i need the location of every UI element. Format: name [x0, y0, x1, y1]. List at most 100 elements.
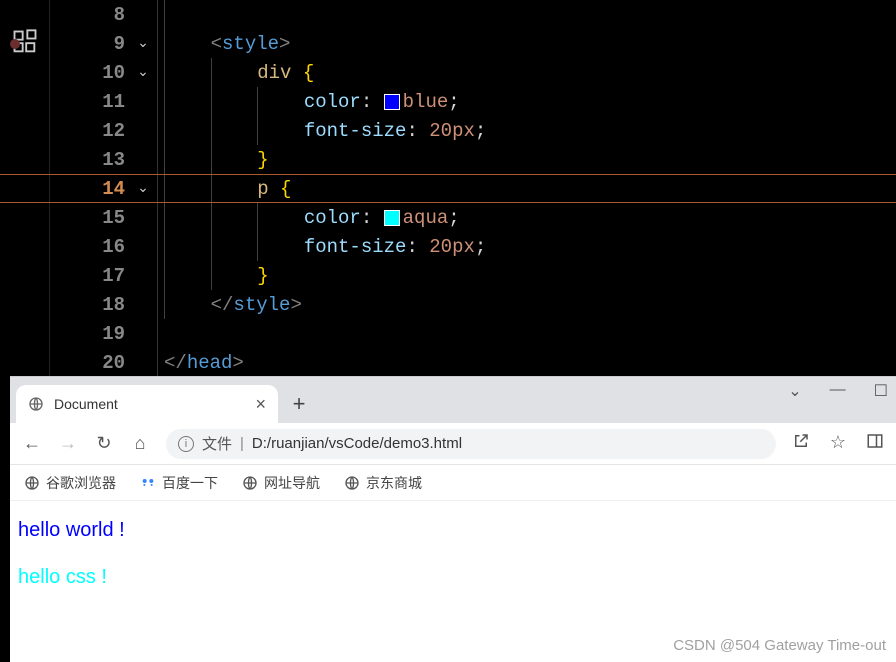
- forward-icon[interactable]: →: [58, 433, 78, 454]
- expand-icon[interactable]: ⌄: [788, 381, 801, 401]
- star-icon[interactable]: ☆: [830, 432, 846, 455]
- code-line[interactable]: <style>: [158, 29, 896, 58]
- code-line[interactable]: div {: [158, 58, 896, 87]
- bookmark-item[interactable]: 京东商城: [344, 473, 422, 493]
- token-punct: <: [211, 33, 222, 55]
- indent-guide: [211, 174, 258, 203]
- token-semi: ;: [475, 120, 486, 142]
- code-line[interactable]: </style>: [158, 290, 896, 319]
- token-brace: {: [303, 62, 314, 84]
- watermark: CSDN @504 Gateway Time-out: [673, 637, 886, 654]
- fold-chevron-icon[interactable]: ⌄: [135, 180, 151, 197]
- indent-guide: [164, 145, 211, 174]
- code-line[interactable]: font-size: 20px;: [158, 232, 896, 261]
- site-info-icon[interactable]: i: [178, 436, 194, 452]
- fold-chevron-icon[interactable]: ⌄: [135, 64, 151, 81]
- bookmark-icon: [140, 475, 156, 491]
- code-line[interactable]: color: blue;: [158, 87, 896, 116]
- code-line[interactable]: }: [158, 145, 896, 174]
- code-line[interactable]: color: aqua;: [158, 203, 896, 232]
- breakpoint-icon[interactable]: [10, 39, 20, 49]
- maximize-icon[interactable]: ☐: [874, 381, 888, 401]
- token-semi: ;: [475, 236, 486, 258]
- browser-tab[interactable]: Document ×: [16, 385, 278, 423]
- token-val: 20px: [429, 236, 475, 258]
- code-line[interactable]: font-size: 20px;: [158, 116, 896, 145]
- code-line[interactable]: p {: [158, 174, 896, 203]
- token-tag: head: [187, 352, 233, 374]
- line-number: 15: [91, 207, 125, 229]
- close-icon[interactable]: ×: [255, 394, 266, 415]
- indent-guide: [211, 232, 258, 261]
- line-number: 18: [91, 294, 125, 316]
- token-punct: </: [211, 294, 234, 316]
- line-number: 20: [91, 352, 125, 374]
- token-punct: </: [164, 352, 187, 374]
- indent-guide: [164, 87, 211, 116]
- indent-guide: [164, 116, 211, 145]
- bookmark-label: 百度一下: [162, 473, 218, 493]
- gutter-row: 17: [50, 261, 151, 290]
- nav-toolbar: ← → ↻ ⌂ i 文件 | D:/ruanjian/vsCode/demo3.…: [10, 423, 896, 465]
- color-swatch-icon[interactable]: [384, 94, 400, 110]
- code-line[interactable]: </head>: [158, 348, 896, 377]
- panel-icon[interactable]: [866, 432, 884, 455]
- url-kind: 文件: [202, 433, 232, 454]
- minimize-icon[interactable]: —: [830, 381, 846, 401]
- indent-guide: [164, 232, 211, 261]
- token-punct: >: [290, 294, 301, 316]
- color-swatch-icon[interactable]: [384, 210, 400, 226]
- code-content[interactable]: <style> div { color: blue; font-size: 20…: [158, 0, 896, 376]
- gutter-row: 18: [50, 290, 151, 319]
- indent-guide: [257, 232, 304, 261]
- indent-guide: [164, 29, 211, 58]
- gutter-row: 9⌄: [50, 29, 151, 58]
- bookmark-label: 谷歌浏览器: [46, 473, 116, 493]
- code-line[interactable]: [158, 0, 896, 29]
- token-semi: ;: [448, 91, 459, 113]
- token-val: 20px: [429, 120, 475, 142]
- reload-icon[interactable]: ↻: [94, 433, 114, 454]
- new-tab-button[interactable]: +: [282, 387, 316, 421]
- url-path: D:/ruanjian/vsCode/demo3.html: [252, 435, 462, 452]
- gutter-row: 11: [50, 87, 151, 116]
- browser-window: ⌄ — ☐ Document × + ← → ↻ ⌂ i 文件 | D:/rua…: [10, 376, 896, 662]
- token-prop: color: [304, 91, 361, 113]
- token-brace: }: [257, 265, 268, 287]
- gutter-row: 13: [50, 145, 151, 174]
- url-separator: |: [240, 435, 244, 452]
- gutter-row: 19: [50, 319, 151, 348]
- token-brace: {: [280, 178, 291, 200]
- activity-bar: [0, 0, 50, 376]
- bookmark-item[interactable]: 百度一下: [140, 473, 218, 493]
- share-icon[interactable]: [792, 432, 810, 455]
- code-line[interactable]: }: [158, 261, 896, 290]
- indent-guide: [211, 203, 258, 232]
- line-number: 9: [91, 33, 125, 55]
- rendered-div: hello world !: [18, 519, 888, 542]
- indent-guide: [164, 290, 211, 319]
- indent-guide: [211, 116, 258, 145]
- gutter-row: 8: [50, 0, 151, 29]
- indent-guide: [257, 116, 304, 145]
- code-line[interactable]: [158, 319, 896, 348]
- line-number: 14: [91, 178, 125, 200]
- line-number: 17: [91, 265, 125, 287]
- line-number-gutter: 89⌄10⌄11121314⌄151617181920: [50, 0, 158, 376]
- gutter-row: 20: [50, 348, 151, 377]
- window-controls: ⌄ — ☐: [788, 381, 888, 401]
- back-icon[interactable]: ←: [22, 433, 42, 454]
- address-bar[interactable]: i 文件 | D:/ruanjian/vsCode/demo3.html: [166, 429, 776, 459]
- indent-guide: [211, 87, 258, 116]
- line-number: 16: [91, 236, 125, 258]
- token-punct: >: [279, 33, 290, 55]
- line-number: 12: [91, 120, 125, 142]
- bookmark-item[interactable]: 谷歌浏览器: [24, 473, 116, 493]
- indent-guide: [164, 174, 211, 203]
- gutter-row: 16: [50, 232, 151, 261]
- home-icon[interactable]: ⌂: [130, 433, 150, 454]
- bookmark-label: 网址导航: [264, 473, 320, 493]
- token-prop: font-size: [304, 120, 407, 142]
- fold-chevron-icon[interactable]: ⌄: [135, 35, 151, 52]
- bookmark-item[interactable]: 网址导航: [242, 473, 320, 493]
